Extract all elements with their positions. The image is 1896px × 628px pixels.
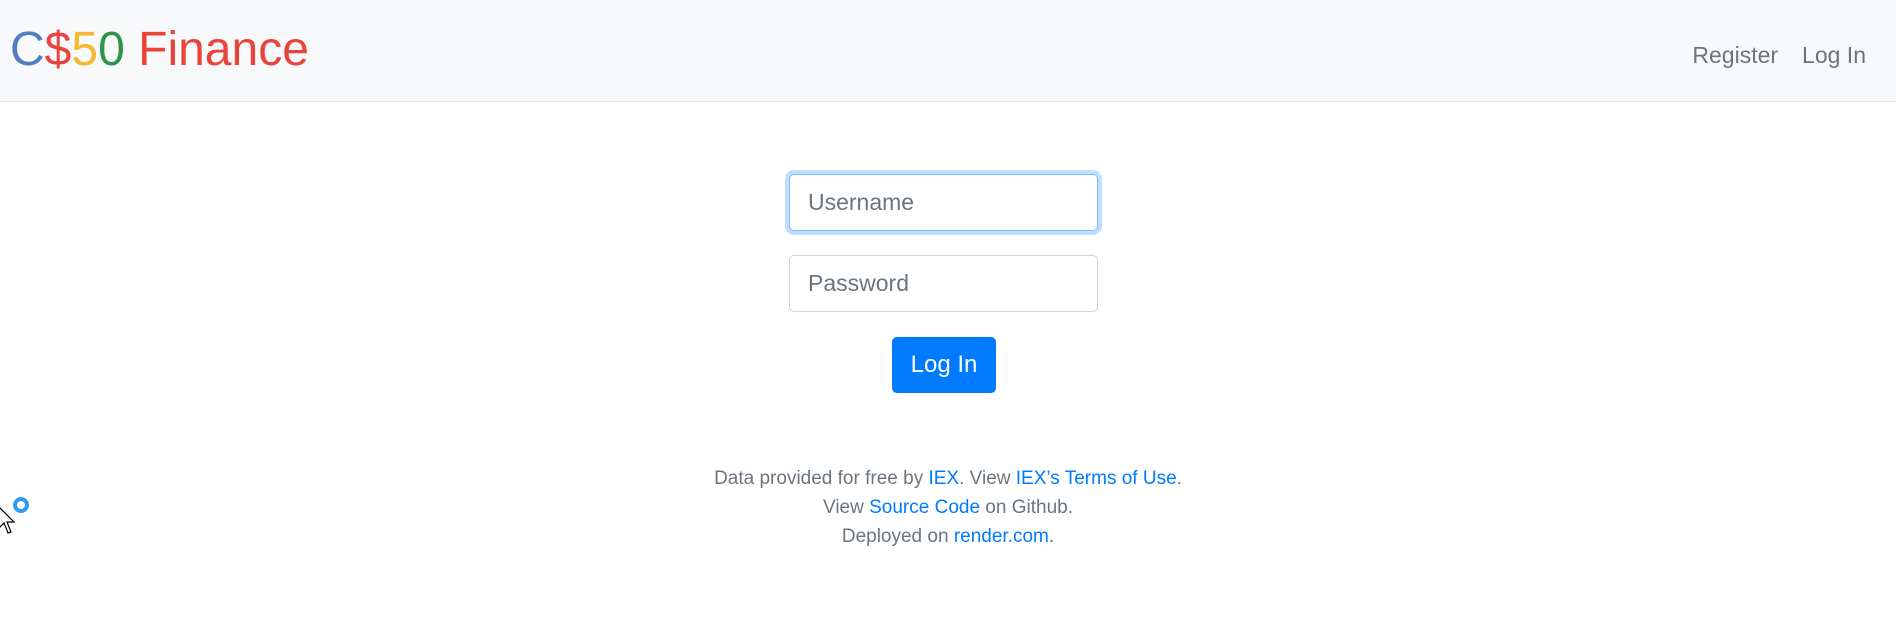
- footer-text: . View: [959, 468, 1016, 489]
- iex-link[interactable]: IEX: [928, 468, 959, 489]
- navbar: C$50 Finance Register Log In: [0, 0, 1896, 102]
- footer-line-deployed: Deployed on render.com.: [0, 522, 1896, 551]
- brand-logo-link[interactable]: C$50 Finance: [10, 22, 309, 78]
- mouse-pointer-icon: [0, 507, 16, 534]
- footer-text: .: [1048, 526, 1055, 547]
- username-input[interactable]: [789, 174, 1098, 231]
- footer-line-source: View Source Code on Github.: [0, 493, 1896, 522]
- iex-terms-link[interactable]: IEX’s Terms of Use: [1016, 468, 1177, 489]
- footer-text: .: [1176, 468, 1182, 489]
- brand-part-finance: Finance: [124, 23, 309, 76]
- footer-line-data-provider: Data provided for free by IEX. View IEX’…: [0, 464, 1896, 493]
- register-link[interactable]: Register: [1692, 38, 1778, 72]
- login-button[interactable]: Log In: [892, 337, 996, 393]
- source-code-link[interactable]: Source Code: [869, 497, 980, 518]
- password-input[interactable]: [789, 255, 1098, 312]
- nav-links: Register Log In: [1692, 38, 1866, 72]
- render-link[interactable]: render.com: [954, 526, 1049, 547]
- footer-text: Deployed on: [841, 526, 954, 547]
- footer-text: Data provided for free by: [714, 468, 929, 489]
- footer-text: View: [823, 497, 870, 518]
- login-link[interactable]: Log In: [1802, 38, 1866, 72]
- brand-part-c: C: [10, 23, 45, 76]
- brand-part-5: 5: [71, 23, 99, 76]
- brand-part-dollar: $: [44, 23, 72, 76]
- footer-text: on Github.: [980, 497, 1073, 518]
- brand-part-0: 0: [98, 23, 125, 76]
- footer: Data provided for free by IEX. View IEX’…: [0, 464, 1896, 551]
